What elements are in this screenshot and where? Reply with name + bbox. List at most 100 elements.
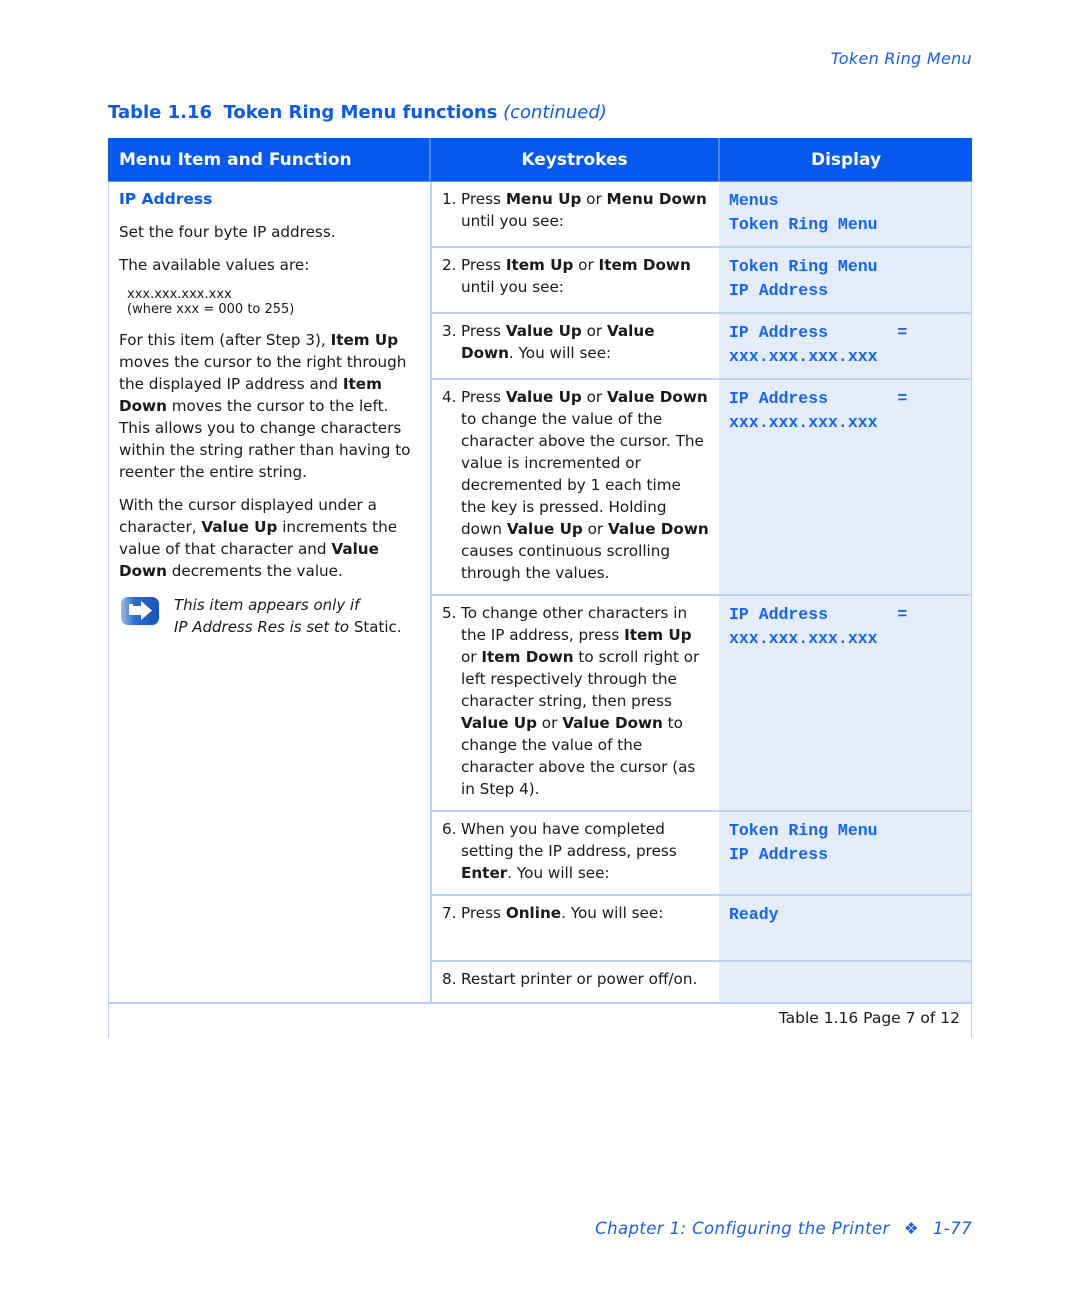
display-cell: Token Ring Menu IP Address [719, 248, 971, 312]
key-name: Menu Down [606, 190, 707, 208]
values-format: xxx.xxx.xxx.xxx [127, 287, 232, 302]
menu-item-desc: Set the four byte IP address. [119, 223, 336, 241]
available-values-label: The available values are: [119, 256, 310, 274]
display-line: Ready [729, 905, 779, 924]
key-name: Value Up [505, 322, 582, 340]
value-up-down-paragraph: With the cursor displayed under a charac… [119, 494, 420, 582]
text-run: Press [461, 256, 506, 274]
key-name: Item Up [624, 626, 692, 644]
keystrokes-cell: 4. Press Value Up or Value Down to change… [432, 380, 719, 594]
table-header-row: Menu Item and Function Keystrokes Displa… [108, 138, 972, 182]
text-run: Restart printer or power off/on. [461, 970, 698, 988]
display-line: xxx.xxx.xxx.xxx [729, 413, 878, 432]
key-name: Menu Up [505, 190, 582, 208]
text-run: . You will see: [507, 864, 610, 882]
keystrokes-cell: 1. Press Menu Up or Menu Down until you s… [432, 182, 719, 246]
keystrokes-cell: 8. Restart printer or power off/on. [432, 962, 719, 1002]
table-name: Token Ring Menu functions [223, 102, 498, 123]
note: This item appears only if IP Address Res… [119, 594, 420, 638]
step-text: Press Item Up or Item Down until you see… [461, 254, 709, 302]
keystrokes-cell: 6. When you have completed setting the IP… [432, 812, 719, 894]
page-number: 1-77 [932, 1219, 972, 1238]
step-number: 4. [442, 388, 457, 406]
step-number: 5. [442, 604, 457, 622]
table-title: Table 1.16 Token Ring Menu functions (co… [108, 102, 607, 123]
available-values: xxx.xxx.xxx.xxx (where xxx = 000 to 255) [127, 287, 420, 317]
key-name: Online [505, 904, 562, 922]
display-line: IP Address = [729, 389, 908, 408]
display-line: Token Ring Menu [729, 215, 878, 234]
header-keystrokes: Keystrokes [431, 138, 720, 181]
keystrokes-cell: 2. Press Item Up or Item Down until you s… [432, 248, 719, 312]
display-cell [719, 962, 971, 1002]
display-line: IP Address = [729, 323, 908, 342]
display-line: xxx.xxx.xxx.xxx [729, 629, 878, 648]
step-row: 3. Press Value Up or Value Down. You will… [432, 314, 971, 380]
values-range: (where xxx = 000 to 255) [127, 302, 295, 317]
text-run: Press [461, 322, 506, 340]
step-number: 2. [442, 256, 457, 274]
step-number: 8. [442, 970, 457, 988]
display-cell: IP Address = xxx.xxx.xxx.xxx [719, 314, 971, 378]
text-run: until you see: [461, 212, 564, 230]
menu-item-cell: IP Address Set the four byte IP address.… [109, 182, 432, 1002]
key-name: Value Up [201, 518, 278, 536]
step-number: 6. [442, 820, 457, 838]
key-name: Item Up [505, 256, 574, 274]
menu-functions-table: Menu Item and Function Keystrokes Displa… [108, 138, 972, 1038]
text-run: until you see: [461, 278, 564, 296]
text-run: or [573, 256, 599, 274]
keystrokes-cell: 7. Press Online. You will see: [432, 896, 719, 960]
step-number: 7. [442, 904, 457, 922]
text-run: or [581, 388, 607, 406]
step-row: 1. Press Menu Up or Menu Down until you s… [432, 182, 971, 248]
display-cell: Token Ring Menu IP Address [719, 812, 971, 894]
text-run: Press [461, 904, 506, 922]
text-run: to change the value of the character abo… [461, 410, 704, 538]
display-cell: IP Address = xxx.xxx.xxx.xxx [719, 596, 971, 810]
key-name: Item Up [330, 331, 399, 349]
step-text: Press Online. You will see: [461, 902, 709, 950]
key-name: Enter [461, 864, 508, 882]
display-line: Token Ring Menu [729, 821, 878, 840]
step-number: 1. [442, 190, 457, 208]
key-name: Value Down [608, 520, 709, 538]
menu-item-title: IP Address [119, 190, 213, 208]
display-line: IP Address [729, 845, 829, 864]
display-cell: Ready [719, 896, 971, 960]
step-text: Press Menu Up or Menu Down until you see… [461, 188, 709, 236]
step-row: 5. To change other characters in the IP a… [432, 596, 971, 812]
display-line: IP Address = [729, 605, 908, 624]
text-run: or [536, 714, 563, 732]
step-text: To change other characters in the IP add… [461, 602, 709, 800]
step-text: Restart printer or power off/on. [461, 968, 709, 992]
note-text: This item appears only if IP Address Res… [174, 594, 402, 638]
text-run: causes continuous scrolling through the … [461, 542, 671, 582]
display-line: Menus [729, 191, 779, 210]
arrow-right-note-icon [119, 596, 161, 626]
table-page-footer: Table 1.16 Page 7 of 12 [108, 1002, 972, 1038]
header-menu-item: Menu Item and Function [108, 138, 431, 181]
step-text: Press Value Up or Value Down to change t… [461, 386, 709, 584]
header-display: Display [810, 149, 882, 170]
step-number: 3. [442, 322, 457, 340]
table-body: IP Address Set the four byte IP address.… [108, 182, 972, 1002]
text-run: or [461, 648, 482, 666]
keystrokes-cell: 5. To change other characters in the IP a… [432, 596, 719, 810]
text-run: decrements the value. [166, 562, 343, 580]
key-name: Item Down [481, 648, 574, 666]
text-run: For this item (after Step 3), [119, 331, 331, 349]
step-row: 7. Press Online. You will see: Ready [432, 896, 971, 962]
diamond-separator-icon: ❖ [903, 1219, 919, 1238]
text-run: Press [461, 190, 506, 208]
key-name: Item Down [598, 256, 691, 274]
note-line-2: IP Address Res is set to Static. [174, 618, 402, 636]
step-text: When you have completed setting the IP a… [461, 818, 709, 884]
display-cell: Menus Token Ring Menu [719, 182, 971, 246]
display-cell: IP Address = xxx.xxx.xxx.xxx [719, 380, 971, 594]
key-name: Value Down [607, 388, 708, 406]
key-name: Value Down [562, 714, 663, 732]
step-text: Press Value Up or Value Down. You will s… [461, 320, 709, 368]
keystrokes-cell: 3. Press Value Up or Value Down. You will… [432, 314, 719, 378]
text-run: or [581, 190, 607, 208]
